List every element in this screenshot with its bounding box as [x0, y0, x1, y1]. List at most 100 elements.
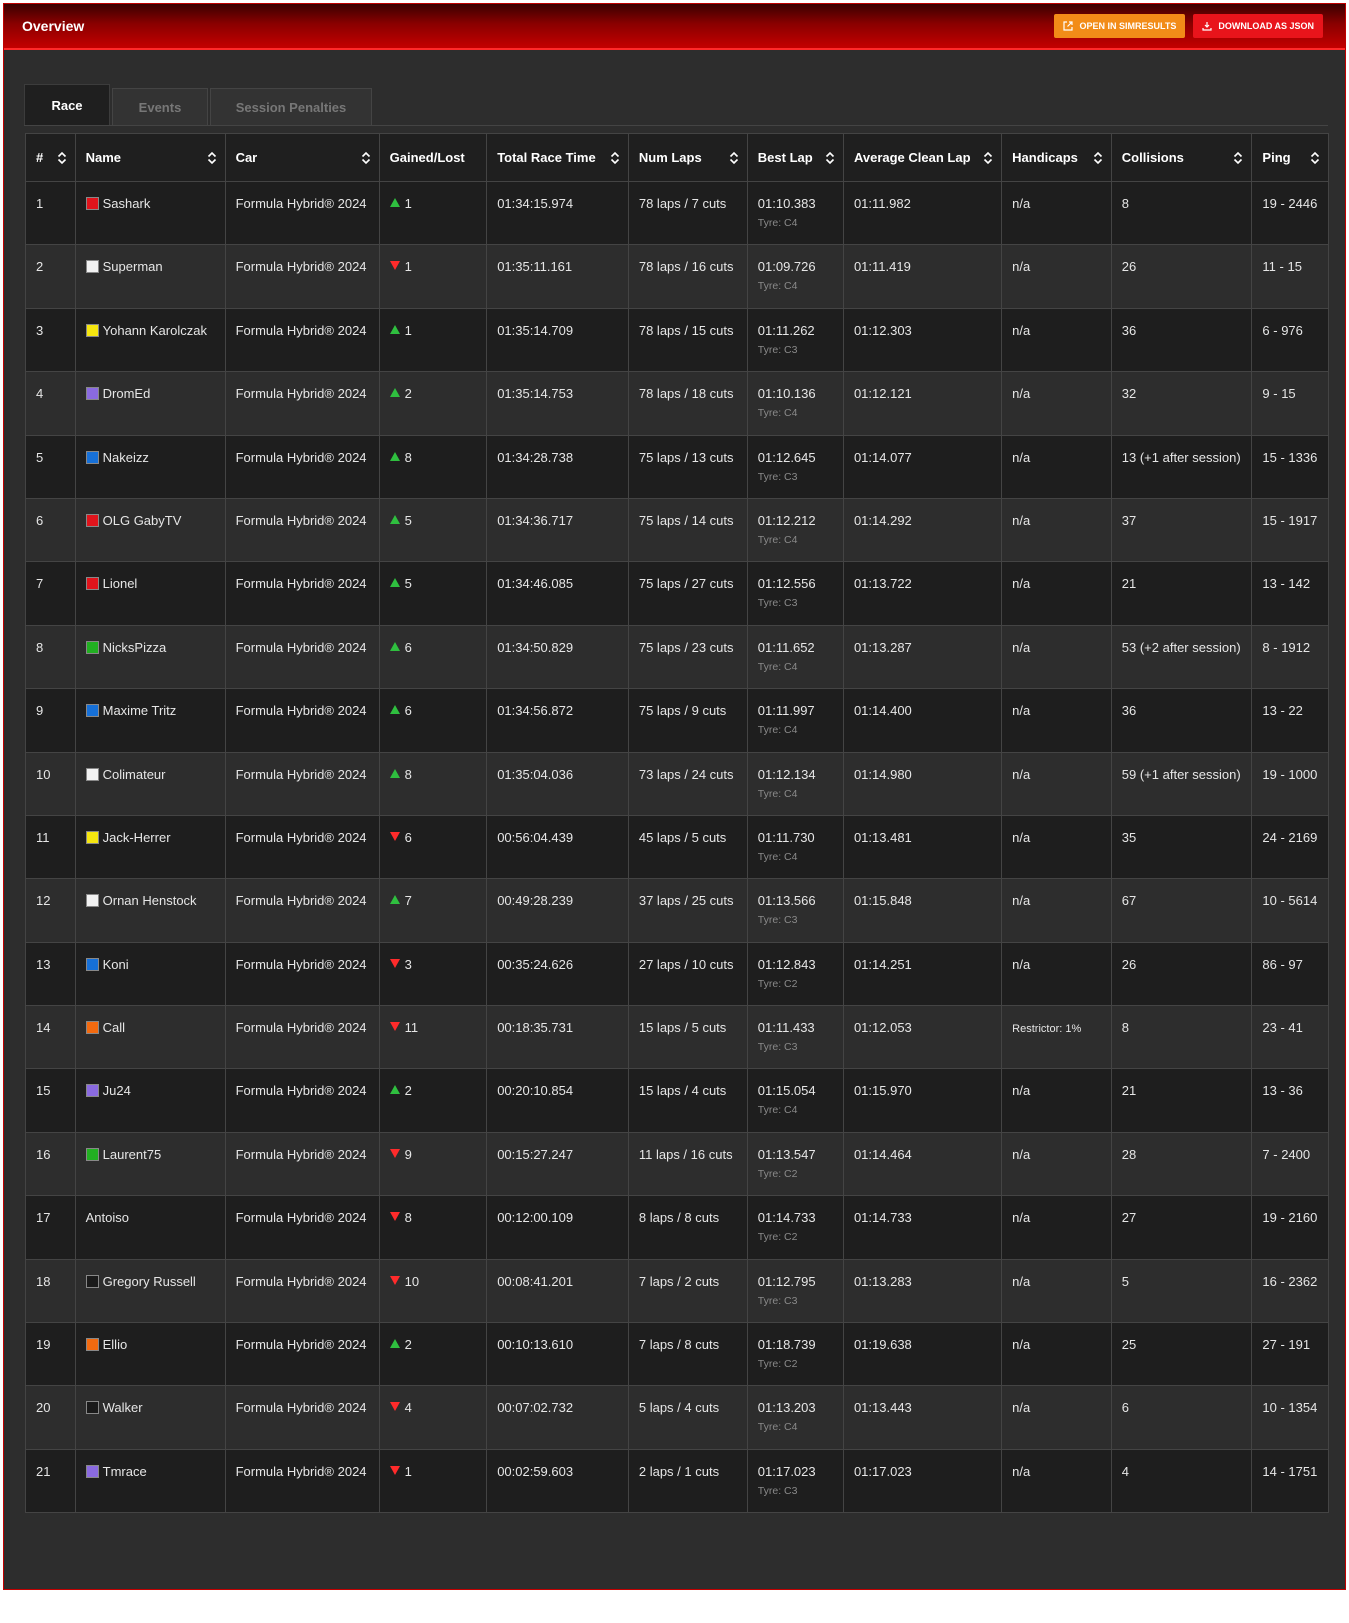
- total-race-time-cell: 00:07:02.732: [486, 1385, 629, 1450]
- car-name: Formula Hybrid® 2024: [235, 512, 367, 528]
- average-clean-lap-cell: 01:14.400: [842, 688, 1003, 753]
- column-header-name[interactable]: Name: [74, 133, 226, 182]
- collisions-value: 21: [1121, 576, 1137, 592]
- average-clean-lap: 01:11.982: [853, 196, 911, 211]
- ping-cell: 23 - 41: [1251, 1005, 1329, 1070]
- position-cell: 4: [25, 371, 76, 436]
- num-laps-cell: 78 laps / 15 cuts: [627, 307, 748, 373]
- total-race-time-cell: 00:15:27.247: [486, 1131, 629, 1197]
- total-race-time: 00:12:00.109: [497, 1210, 574, 1226]
- total-race-time-cell: 01:34:46.085: [486, 561, 629, 626]
- average-clean-lap-cell: 01:12.303: [842, 307, 1003, 373]
- table-row: 12 Ornan Henstock Formula Hybrid® 2024 7 00:…: [25, 878, 1329, 943]
- collisions-cell: 8: [1110, 1005, 1253, 1070]
- total-race-time-cell: 01:35:14.709: [486, 307, 629, 373]
- ping-cell: 15 - 1336: [1251, 434, 1329, 499]
- sort-icon[interactable]: [361, 151, 371, 165]
- column-header-gained-lost: Gained/Lost: [378, 133, 488, 182]
- table-row: 13 Koni Formula Hybrid® 2024 3 00:35:24.626 2…: [25, 941, 1329, 1007]
- total-race-time-cell: 00:10:13.610: [486, 1322, 629, 1387]
- num-laps: 45 laps / 5 cuts: [638, 829, 727, 845]
- best-lap-time: 01:12.212: [757, 512, 816, 528]
- car-cell: Formula Hybrid® 2024: [224, 1448, 380, 1514]
- gained-lost-cell: 9: [378, 1131, 488, 1197]
- best-lap-time: 01:17.023: [757, 1463, 816, 1479]
- collisions-cell: 21: [1110, 561, 1253, 626]
- table-row: 21 Tmrace Formula Hybrid® 2024 1 00:02:59.60…: [25, 1448, 1329, 1514]
- sort-icon[interactable]: [610, 151, 620, 165]
- handicaps-cell: Restrictor: 1%: [1001, 1005, 1112, 1070]
- car-name: Formula Hybrid® 2024: [235, 576, 367, 592]
- driver-name-cell: Yohann Karolczak: [74, 307, 226, 373]
- sort-icon[interactable]: [1310, 151, 1320, 165]
- column-header-total-race-time[interactable]: Total Race Time: [486, 133, 629, 182]
- ping-value: 16 - 2362: [1262, 1273, 1318, 1289]
- column-header-ping[interactable]: Ping: [1251, 133, 1329, 182]
- position-value: 12: [36, 893, 51, 909]
- collisions-value: 36: [1121, 322, 1137, 338]
- driver-name-cell: Colimateur: [74, 751, 226, 816]
- average-clean-lap-cell: 01:13.283: [842, 1258, 1003, 1324]
- column-header-best-lap[interactable]: Best Lap: [746, 133, 844, 182]
- ping-value: 15 - 1917: [1262, 512, 1318, 528]
- sort-icon[interactable]: [207, 151, 217, 165]
- tyre-compound: Tyre: C2: [757, 1231, 798, 1244]
- average-clean-lap-cell: 01:11.419: [842, 244, 1003, 309]
- tyre-compound: Tyre: C4: [757, 280, 798, 293]
- column-header-position[interactable]: #: [25, 133, 76, 182]
- position-cell: 17: [25, 1195, 76, 1260]
- car-cell: Formula Hybrid® 2024: [224, 244, 380, 309]
- tab-session-penalties[interactable]: Session Penalties: [210, 88, 372, 126]
- sort-icon[interactable]: [57, 151, 67, 165]
- num-laps: 11 laps / 16 cuts: [638, 1146, 733, 1162]
- column-header-average-clean-lap[interactable]: Average Clean Lap: [842, 133, 1003, 182]
- sort-icon[interactable]: [1093, 151, 1103, 165]
- best-lap-time: 01:10.383: [757, 196, 816, 211]
- handicaps-cell: n/a: [1001, 878, 1112, 943]
- handicaps-cell: n/a: [1001, 941, 1112, 1007]
- lost-arrow-icon: [389, 1402, 400, 1412]
- position-value: 5: [36, 449, 44, 465]
- column-header-handicaps[interactable]: Handicaps: [1001, 133, 1112, 182]
- driver-name: Laurent75: [102, 1146, 162, 1162]
- column-header-num-laps[interactable]: Num Laps: [627, 133, 748, 182]
- driver-name-cell: Jack-Herrer: [74, 814, 226, 880]
- open-in-simresults-button[interactable]: OPEN IN SIMRESULTS: [1054, 14, 1186, 38]
- collisions-value: 53 (+2 after session): [1121, 639, 1241, 655]
- tab-race[interactable]: Race: [24, 84, 110, 126]
- handicaps-cell: n/a: [1001, 688, 1112, 753]
- collisions-value: 26: [1121, 259, 1137, 275]
- sort-icon[interactable]: [729, 151, 739, 165]
- num-laps-cell: 75 laps / 23 cuts: [627, 624, 748, 690]
- sort-icon[interactable]: [1233, 151, 1243, 165]
- position-cell: 15: [25, 1068, 76, 1133]
- driver-color-swatch: [85, 1401, 99, 1415]
- lost-arrow-icon: [389, 261, 400, 271]
- handicaps-cell: n/a: [1001, 1068, 1112, 1133]
- table-row: 14 Call Formula Hybrid® 2024 11 00:18:35.731…: [25, 1005, 1329, 1070]
- car-name: Formula Hybrid® 2024: [235, 703, 367, 719]
- gained-arrow-icon: [389, 641, 400, 651]
- average-clean-lap: 01:13.722: [853, 576, 912, 592]
- panel-title: Overview: [22, 18, 85, 34]
- table-row: 18 Gregory Russell Formula Hybrid® 2024 10 0…: [25, 1258, 1329, 1324]
- num-laps-cell: 27 laps / 10 cuts: [627, 941, 748, 1007]
- sort-icon[interactable]: [983, 151, 993, 165]
- column-header-collisions[interactable]: Collisions: [1110, 133, 1253, 182]
- ping-cell: 86 - 97: [1251, 941, 1329, 1007]
- car-cell: Formula Hybrid® 2024: [224, 1322, 380, 1387]
- driver-name: Colimateur: [102, 766, 166, 782]
- column-header-label: Best Lap: [757, 150, 813, 165]
- download-json-button[interactable]: DOWNLOAD AS JSON: [1193, 14, 1323, 38]
- car-name: Formula Hybrid® 2024: [235, 1400, 367, 1416]
- driver-name-cell: Ju24: [74, 1068, 226, 1133]
- driver-name: Ellio: [102, 1337, 128, 1353]
- column-header-car[interactable]: Car: [224, 133, 380, 182]
- best-lap-cell: 01:12.212 Tyre: C4: [746, 497, 844, 563]
- best-lap-cell: 01:12.134 Tyre: C4: [746, 751, 844, 816]
- sort-icon[interactable]: [825, 151, 835, 165]
- driver-name: Superman: [102, 259, 163, 275]
- tab-events[interactable]: Events: [112, 88, 208, 126]
- num-laps: 15 laps / 4 cuts: [638, 1083, 727, 1099]
- position-cell: 2: [25, 244, 76, 309]
